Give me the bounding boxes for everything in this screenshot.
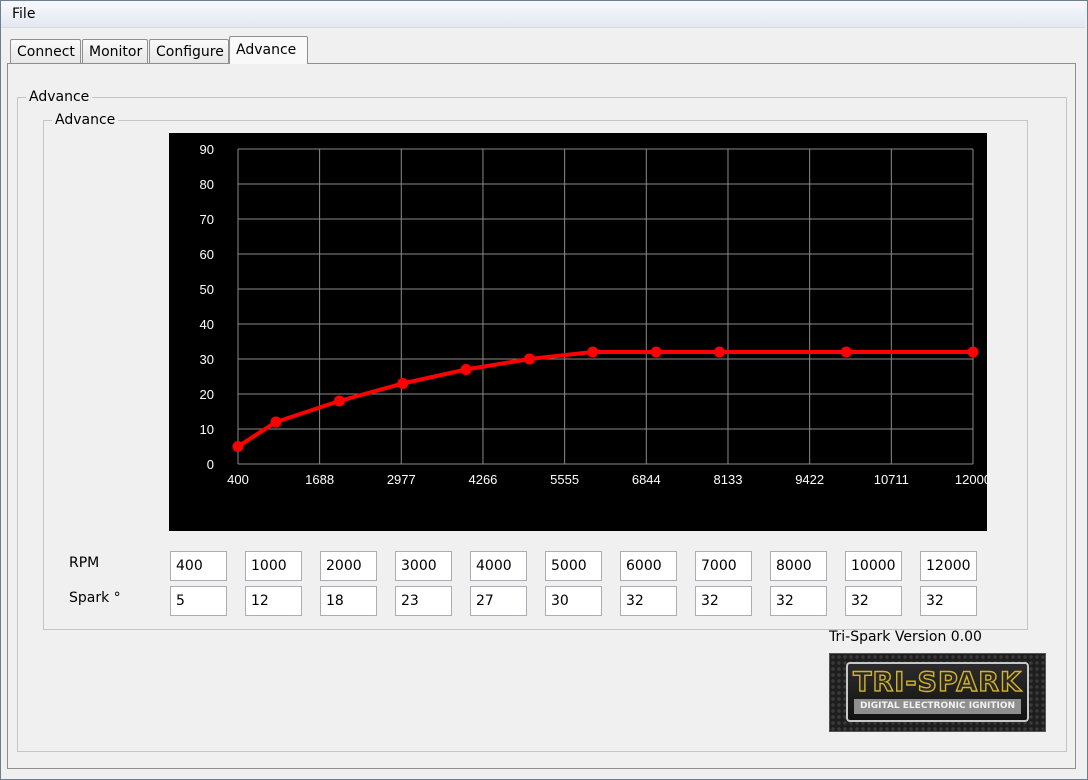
data-point	[397, 378, 409, 389]
spark-input-11[interactable]	[920, 586, 977, 616]
logo-tagline: DIGITAL ELECTRONIC IGNITION	[854, 699, 1021, 714]
rpm-input-6[interactable]	[545, 551, 602, 581]
rpm-input-4[interactable]	[395, 551, 452, 581]
rpm-input-8[interactable]	[695, 551, 752, 581]
data-point	[967, 346, 979, 358]
data-point	[587, 346, 599, 358]
y-tick-label: 30	[200, 352, 214, 367]
data-point	[460, 364, 472, 375]
rpm-row-label: RPM	[69, 555, 100, 571]
menu-bar: File	[1, 1, 1085, 28]
spark-input-3[interactable]	[320, 586, 377, 616]
advance-curve-chart: 400 1688 2977 4266 5555 6844 8133 9422 10711 1200…	[169, 133, 987, 531]
y-tick-label: 60	[200, 247, 214, 262]
data-point	[333, 395, 345, 407]
y-tick-label: 90	[200, 142, 214, 157]
x-tick-label: 9422	[795, 472, 824, 487]
x-tick-label: 12000	[955, 472, 987, 487]
menu-file[interactable]: File	[6, 6, 41, 22]
y-tick-label: 0	[207, 457, 214, 472]
spark-input-2[interactable]	[245, 586, 302, 616]
x-tick-label: 4266	[468, 472, 497, 487]
spark-input-5[interactable]	[470, 586, 527, 616]
advance-inner-group: Advance 400 1688 2977 4266 5555 6844 8133 9422 1…	[43, 111, 1028, 630]
tab-configure[interactable]: Configure	[149, 39, 229, 63]
data-point	[840, 346, 852, 358]
data-point	[523, 353, 535, 365]
x-tick-label: 8133	[714, 472, 743, 487]
y-tick-label: 50	[200, 282, 214, 297]
rpm-input-7[interactable]	[620, 551, 677, 581]
rpm-input-5[interactable]	[470, 551, 527, 581]
spark-input-1[interactable]	[170, 586, 227, 616]
rpm-input-10[interactable]	[845, 551, 902, 581]
spark-input-9[interactable]	[770, 586, 827, 616]
y-tick-label: 80	[200, 177, 214, 192]
logo-plate: TRI-SPARK DIGITAL ELECTRONIC IGNITION	[846, 662, 1029, 722]
version-label: Tri-Spark Version 0.00	[829, 629, 982, 645]
x-tick-label: 5555	[550, 472, 579, 487]
rpm-input-3[interactable]	[320, 551, 377, 581]
tab-advance[interactable]: Advance	[229, 36, 308, 64]
y-tick-label: 70	[200, 212, 214, 227]
y-tick-label: 40	[200, 317, 214, 332]
advance-curve-line	[236, 350, 973, 449]
data-point	[270, 416, 282, 428]
x-tick-label: 6844	[632, 472, 661, 487]
tab-monitor[interactable]: Monitor	[82, 39, 148, 63]
rpm-input-1[interactable]	[170, 551, 227, 581]
y-tick-label: 10	[200, 422, 214, 437]
spark-input-6[interactable]	[545, 586, 602, 616]
data-point	[232, 441, 244, 452]
spark-row-label: Spark °	[69, 590, 121, 606]
spark-input-4[interactable]	[395, 586, 452, 616]
outer-group-title: Advance	[26, 88, 93, 106]
tab-connect[interactable]: Connect	[10, 39, 81, 63]
x-tick-label: 1688	[305, 472, 334, 487]
rpm-input-9[interactable]	[770, 551, 827, 581]
spark-input-10[interactable]	[845, 586, 902, 616]
x-tick-label: 2977	[387, 472, 416, 487]
data-point	[714, 346, 726, 358]
inner-group-title: Advance	[52, 111, 119, 129]
rpm-input-11[interactable]	[920, 551, 977, 581]
tri-spark-logo: TRI-SPARK DIGITAL ELECTRONIC IGNITION	[829, 653, 1046, 732]
spark-input-8[interactable]	[695, 586, 752, 616]
data-point	[650, 346, 662, 358]
y-tick-label: 20	[200, 387, 214, 402]
spark-input-7[interactable]	[620, 586, 677, 616]
x-tick-label: 10711	[874, 472, 909, 487]
logo-name: TRI-SPARK	[852, 666, 1022, 698]
rpm-input-2[interactable]	[245, 551, 302, 581]
x-tick-label: 400	[227, 472, 249, 487]
